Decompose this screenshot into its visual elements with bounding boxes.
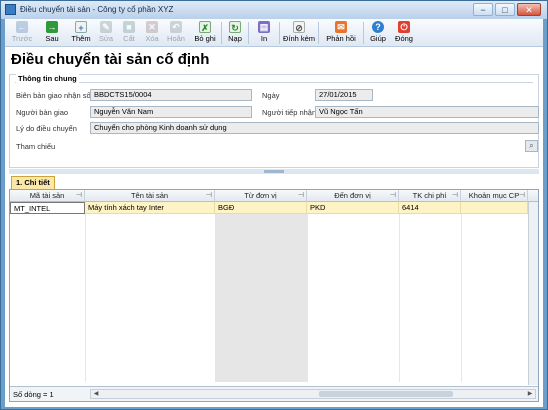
undo-icon: ↶	[170, 21, 182, 33]
scroll-left-icon[interactable]: ◀	[91, 390, 101, 398]
scroll-thumb[interactable]	[319, 391, 453, 397]
expense-account-cell[interactable]: 6414	[399, 202, 461, 214]
maximize-button[interactable]: □	[495, 3, 515, 16]
delete-button[interactable]: ✕ Xóa	[141, 20, 163, 46]
delete-icon: ✕	[146, 21, 158, 33]
column-header[interactable]: Đến đơn vị ⊣	[307, 190, 399, 202]
details-grid: Mã tài sản ⊣ Tên tài sản ⊣ Từ đơn vị ⊣ Đến …	[9, 189, 539, 402]
column-header[interactable]: TK chi phí ⊣	[399, 190, 461, 202]
prev-button[interactable]: ← Trước	[8, 20, 36, 46]
grid-header: Mã tài sản ⊣ Tên tài sản ⊣ Từ đơn vị ⊣ Đến …	[10, 190, 538, 202]
next-button[interactable]: → Sau	[38, 20, 66, 46]
column-divider	[461, 214, 462, 382]
edit-button[interactable]: ✎ Sửa	[95, 20, 117, 46]
unpost-icon: ✗	[199, 21, 211, 33]
pin-icon[interactable]: ⊣	[76, 190, 82, 201]
sender-label: Người bàn giao	[16, 108, 69, 117]
postpone-button[interactable]: ↶ Hoãn	[164, 20, 188, 46]
transfer-no-field[interactable]: BBDCTS15/0004	[90, 89, 252, 101]
horizontal-scrollbar[interactable]: ◀ ▶	[90, 389, 536, 399]
form-client: ← Trước → Sau + Thêm ✎ Sửa ■ Cất ✕ Xóa ↶…	[5, 19, 543, 407]
column-header[interactable]: Từ đơn vị ⊣	[215, 190, 307, 202]
tab-details[interactable]: 1. Chi tiết	[11, 176, 55, 189]
refresh-icon: ↻	[229, 21, 241, 33]
from-unit-cell[interactable]: BGĐ	[215, 202, 307, 214]
splitter-grip[interactable]	[264, 170, 284, 173]
grid-footer: Số dòng = 1 ◀ ▶	[10, 386, 538, 401]
page-title: Điều chuyển tài sản cố định	[11, 51, 210, 68]
help-button[interactable]: ? Giúp	[366, 20, 390, 46]
pin-icon[interactable]: ⊣	[298, 190, 304, 201]
save-icon: ■	[123, 21, 135, 33]
to-unit-cell[interactable]: PKD	[307, 202, 399, 214]
receiver-field[interactable]: Vũ Ngọc Tấn	[315, 106, 539, 118]
help-icon: ?	[372, 21, 384, 33]
date-label: Ngày	[262, 91, 280, 100]
column-divider	[85, 214, 86, 382]
feedback-icon: ✉	[335, 21, 347, 33]
edit-icon: ✎	[100, 21, 112, 33]
date-field[interactable]: 27/01/2015	[315, 89, 373, 101]
print-button[interactable]: ▤ In	[251, 20, 277, 46]
column-divider	[307, 214, 308, 382]
app-window: Điều chuyển tài sản - Công ty cổ phần XY…	[0, 0, 548, 410]
row-count: Số dòng = 1	[13, 390, 54, 399]
reason-field[interactable]: Chuyển cho phòng Kinh doanh sử dụng	[90, 122, 539, 134]
table-row[interactable]: MT_INTEL Máy tính xách tay Inter BGĐ PKD…	[10, 202, 538, 214]
toolbar-separator	[318, 22, 319, 44]
app-icon	[5, 4, 16, 15]
attach-button[interactable]: ⊘ Đính kèm	[282, 20, 316, 46]
sender-field[interactable]: Nguyễn Văn Nam	[90, 106, 252, 118]
pin-icon[interactable]: ⊣	[206, 190, 212, 201]
readonly-column	[215, 214, 307, 382]
close-button[interactable]: ⏻ Đóng	[392, 20, 416, 46]
feedback-button[interactable]: ✉ Phản hồi	[321, 20, 361, 46]
toolbar-separator	[248, 22, 249, 44]
add-button[interactable]: + Thêm	[68, 20, 94, 46]
toolbar-separator	[279, 22, 280, 44]
save-button[interactable]: ■ Cất	[118, 20, 140, 46]
column-header[interactable]: Tên tài sản ⊣	[85, 190, 215, 202]
toolbar-separator	[221, 22, 222, 44]
transfer-no-label: Biên bản giao nhận số	[16, 91, 91, 100]
reason-label: Lý do điều chuyển	[16, 124, 77, 133]
toolbar: ← Trước → Sau + Thêm ✎ Sửa ■ Cất ✕ Xóa ↶…	[5, 19, 543, 47]
reference-search-icon[interactable]: ⌕	[525, 140, 538, 152]
window-close-button[interactable]: ✕	[517, 3, 541, 16]
print-icon: ▤	[258, 21, 270, 33]
general-info-group: Thông tin chung Biên bản giao nhận số BB…	[9, 74, 539, 168]
arrow-left-icon: ←	[16, 21, 28, 33]
scroll-right-icon[interactable]: ▶	[525, 390, 535, 398]
pin-icon[interactable]: ⊣	[452, 190, 458, 201]
pin-icon[interactable]: ⊣	[519, 190, 525, 201]
toolbar-separator	[363, 22, 364, 44]
column-divider	[399, 214, 400, 382]
receiver-label: Người tiếp nhận	[262, 108, 317, 117]
close-icon: ⏻	[398, 21, 410, 33]
arrow-right-icon: →	[46, 21, 58, 33]
minimize-button[interactable]: −	[473, 3, 493, 16]
pin-icon[interactable]: ⊣	[390, 190, 396, 201]
vertical-scrollbar[interactable]	[528, 202, 538, 385]
title-bar[interactable]: Điều chuyển tài sản - Công ty cổ phần XY…	[1, 1, 547, 19]
group-title: Thông tin chung	[16, 74, 79, 83]
group-divider	[15, 82, 533, 83]
attach-icon: ⊘	[293, 21, 305, 33]
add-icon: +	[75, 21, 87, 33]
asset-name-cell[interactable]: Máy tính xách tay Inter	[85, 202, 215, 214]
window-title: Điều chuyển tài sản - Công ty cổ phần XY…	[20, 5, 174, 14]
splitter[interactable]	[9, 169, 539, 174]
column-header[interactable]: Khoản mục CP ⊣	[461, 190, 528, 202]
asset-code-cell[interactable]: MT_INTEL	[10, 202, 85, 214]
reference-label: Tham chiếu	[16, 142, 56, 151]
unpost-button[interactable]: ✗ Bỏ ghi	[191, 20, 219, 46]
cost-item-cell[interactable]	[461, 202, 528, 214]
column-header[interactable]: Mã tài sản ⊣	[10, 190, 85, 202]
reload-button[interactable]: ↻ Nạp	[224, 20, 246, 46]
